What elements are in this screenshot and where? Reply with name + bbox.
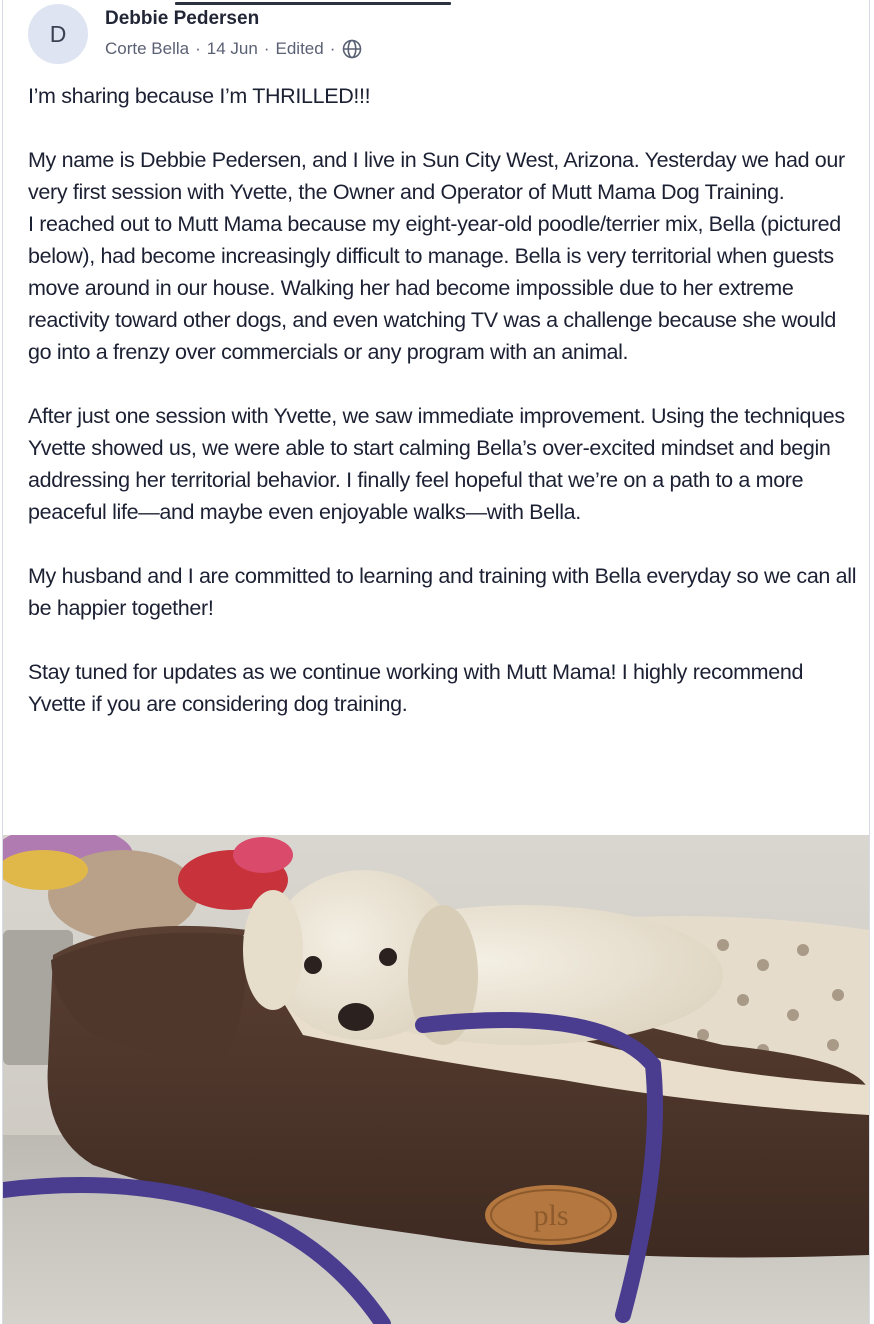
- edited-label[interactable]: Edited: [276, 39, 324, 59]
- post-text: I’m sharing because I’m THRILLED!!! My n…: [28, 80, 858, 720]
- post-paragraph: I’m sharing because I’m THRILLED!!!: [28, 84, 371, 108]
- dog-photo-illustration: pls: [3, 835, 869, 1324]
- post-paragraph: [28, 528, 858, 560]
- meta-separator: ·: [329, 39, 336, 58]
- avatar-initial: D: [49, 20, 67, 47]
- post-paragraph: Stay tuned for updates as we continue wo…: [28, 660, 809, 716]
- post-date-link[interactable]: 14 Jun: [207, 39, 258, 59]
- author-name[interactable]: Debbie Pedersen: [105, 8, 259, 30]
- avatar[interactable]: D: [28, 4, 88, 64]
- bed-logo-text: pls: [533, 1199, 568, 1232]
- location-link[interactable]: Corte Bella: [105, 39, 189, 59]
- post-meta: Corte Bella · 14 Jun · Edited ·: [105, 37, 363, 61]
- post-paragraph: After just one session with Yvette, we s…: [28, 404, 851, 524]
- meta-separator: ·: [263, 39, 270, 58]
- post-paragraph: [28, 368, 858, 400]
- post-paragraph: [28, 624, 858, 656]
- post-paragraph: [28, 112, 858, 144]
- top-divider: [175, 2, 451, 5]
- post-paragraph: My name is Debbie Pedersen, and I live i…: [28, 148, 845, 364]
- globe-icon: [341, 38, 363, 60]
- post-photo[interactable]: pls: [3, 835, 869, 1324]
- post-card: D Debbie Pedersen Corte Bella · 14 Jun ·…: [2, 0, 870, 1324]
- meta-separator: ·: [195, 39, 201, 58]
- post-paragraph: My husband and I are committed to learni…: [28, 564, 862, 620]
